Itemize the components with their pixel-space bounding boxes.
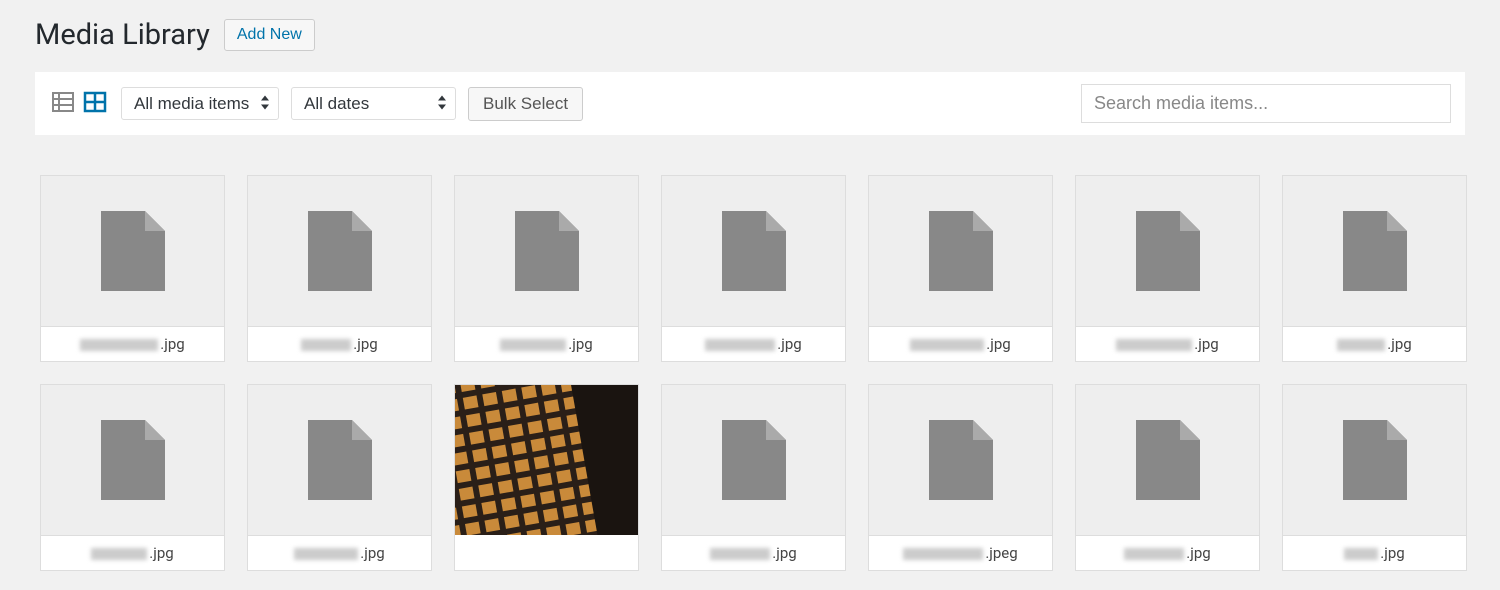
media-filename: .jpg: [455, 326, 638, 361]
media-thumbnail-placeholder: [455, 176, 638, 326]
file-icon: [1343, 420, 1407, 500]
media-item[interactable]: .jpg: [1075, 175, 1260, 362]
filename-ext: .jpg: [1186, 544, 1210, 562]
media-filename: .jpg: [41, 326, 224, 361]
media-filename: .jpg: [1283, 535, 1466, 570]
file-icon: [101, 211, 165, 291]
file-icon: [722, 420, 786, 500]
media-thumbnail-placeholder: [1076, 385, 1259, 535]
media-item[interactable]: .jpg: [247, 384, 432, 571]
filename-redacted: [500, 339, 566, 351]
media-item[interactable]: [454, 384, 639, 571]
filename-redacted: [710, 548, 770, 560]
media-thumbnail-placeholder: [869, 176, 1052, 326]
list-view-button[interactable]: [49, 88, 77, 119]
media-thumbnail-placeholder: [1283, 176, 1466, 326]
media-item[interactable]: .jpg: [1282, 384, 1467, 571]
filename-ext: .jpg: [1387, 335, 1411, 353]
filename-redacted: [1116, 339, 1192, 351]
media-thumbnail-placeholder: [1076, 176, 1259, 326]
filter-dates-select[interactable]: All dates: [291, 87, 456, 120]
view-toggle: [49, 88, 109, 119]
filename-redacted: [91, 548, 147, 560]
media-filename: .jpg: [869, 326, 1052, 361]
add-new-button[interactable]: Add New: [224, 19, 315, 51]
media-filename: .jpg: [248, 535, 431, 570]
media-thumbnail-placeholder: [869, 385, 1052, 535]
media-thumbnail-placeholder: [662, 385, 845, 535]
media-thumbnail-placeholder: [662, 176, 845, 326]
grid-view-icon: [83, 102, 107, 117]
media-filename: .jpg: [1076, 535, 1259, 570]
file-icon: [1136, 420, 1200, 500]
media-item[interactable]: .jpg: [40, 384, 225, 571]
media-thumbnail-placeholder: [41, 176, 224, 326]
media-filename: .jpg: [1076, 326, 1259, 361]
file-icon: [308, 420, 372, 500]
media-item[interactable]: .jpg: [1075, 384, 1260, 571]
media-thumbnail-placeholder: [248, 176, 431, 326]
media-thumbnail-image: [455, 385, 638, 535]
filename-ext: .jpg: [568, 335, 592, 353]
filename-redacted: [910, 339, 984, 351]
file-icon: [722, 211, 786, 291]
media-filename: .jpg: [41, 535, 224, 570]
media-thumbnail-placeholder: [1283, 385, 1466, 535]
file-icon: [1343, 211, 1407, 291]
file-icon: [308, 211, 372, 291]
filename-redacted: [1344, 548, 1378, 560]
media-item[interactable]: .jpg: [247, 175, 432, 362]
page-title: Media Library: [35, 18, 210, 52]
filename-redacted: [705, 339, 775, 351]
file-icon: [1136, 211, 1200, 291]
filename-ext: .jpg: [353, 335, 377, 353]
file-icon: [101, 420, 165, 500]
media-thumbnail-placeholder: [41, 385, 224, 535]
media-toolbar: All media items All dates Bulk Select: [35, 72, 1465, 135]
media-thumbnail-placeholder: [248, 385, 431, 535]
file-icon: [515, 211, 579, 291]
media-item[interactable]: .jpeg: [868, 384, 1053, 571]
media-item[interactable]: .jpg: [454, 175, 639, 362]
media-item[interactable]: .jpg: [868, 175, 1053, 362]
filename-ext: .jpg: [777, 335, 801, 353]
search-input[interactable]: [1081, 84, 1451, 123]
filename-ext: .jpg: [772, 544, 796, 562]
file-icon: [929, 211, 993, 291]
filename-ext: .jpg: [360, 544, 384, 562]
filename-redacted: [1124, 548, 1184, 560]
filename-ext: .jpeg: [985, 544, 1017, 562]
filename-redacted: [903, 548, 983, 560]
filename-redacted: [80, 339, 158, 351]
filename-ext: .jpg: [160, 335, 184, 353]
filename-redacted: [294, 548, 358, 560]
filename-ext: .jpg: [1194, 335, 1218, 353]
filename-redacted: [1337, 339, 1385, 351]
media-item[interactable]: .jpg: [661, 384, 846, 571]
filter-media-type-select[interactable]: All media items: [121, 87, 279, 120]
media-filename: .jpg: [662, 326, 845, 361]
media-grid: .jpg .jpg .jpg .jpg .jpg .jpg .jpg .jpg .jpg .jp…: [0, 135, 1500, 571]
media-filename: .jpg: [1283, 326, 1466, 361]
filename-ext: .jpg: [1380, 544, 1404, 562]
filename-ext: .jpg: [149, 544, 173, 562]
list-view-icon: [51, 102, 75, 117]
media-filename: .jpeg: [869, 535, 1052, 570]
filename-ext: .jpg: [986, 335, 1010, 353]
bulk-select-button[interactable]: Bulk Select: [468, 87, 583, 121]
media-item[interactable]: .jpg: [1282, 175, 1467, 362]
filename-redacted: [301, 339, 351, 351]
media-item[interactable]: .jpg: [40, 175, 225, 362]
media-filename: .jpg: [662, 535, 845, 570]
grid-view-button[interactable]: [81, 88, 109, 119]
media-filename: .jpg: [248, 326, 431, 361]
media-item[interactable]: .jpg: [661, 175, 846, 362]
file-icon: [929, 420, 993, 500]
